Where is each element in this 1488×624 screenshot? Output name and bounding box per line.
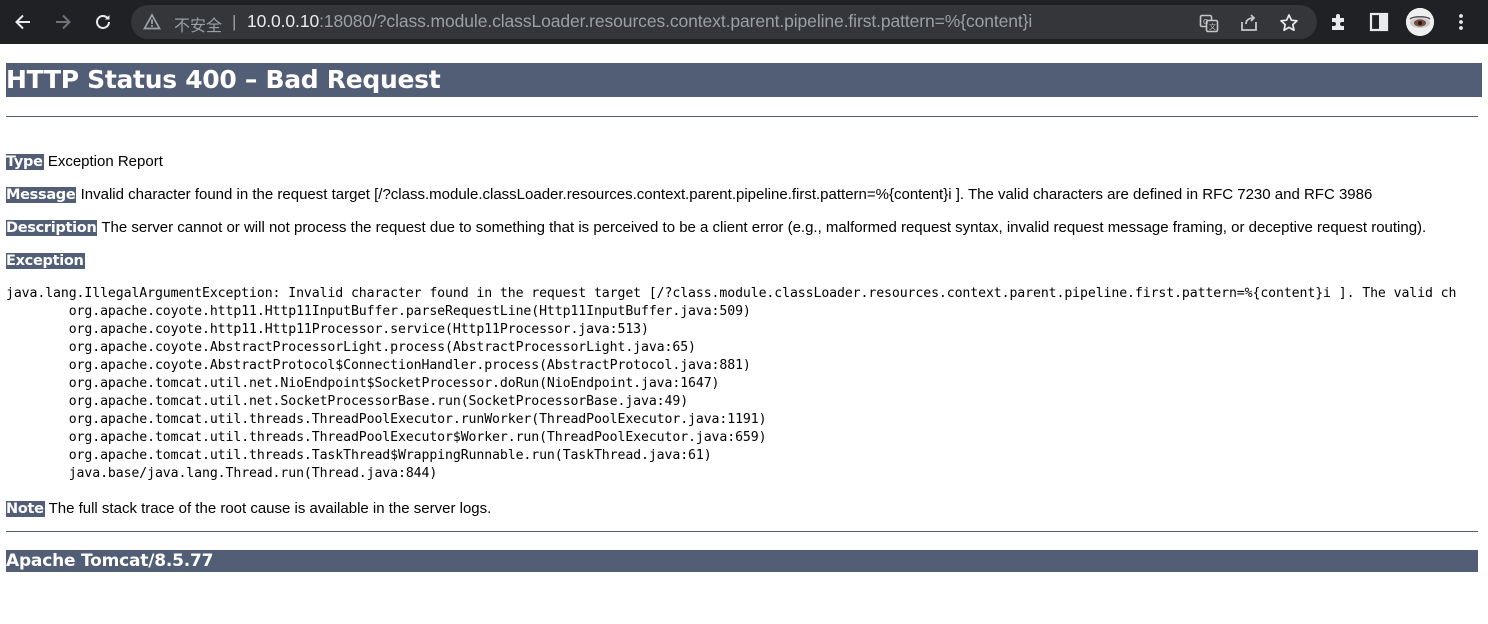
description-value: The server cannot or will not process th…: [101, 219, 1427, 236]
type-row: Type Exception Report: [6, 153, 163, 171]
star-icon[interactable]: [1279, 13, 1299, 33]
svg-text:文: 文: [1209, 22, 1216, 31]
server-version-footer: Apache Tomcat/8.5.77: [6, 550, 1478, 572]
message-label: Message: [6, 187, 77, 203]
url-path: :18080/?class.module.classLoader.resourc…: [319, 11, 1033, 31]
share-icon[interactable]: [1239, 13, 1259, 33]
stack-trace: java.lang.IllegalArgumentException: Inva…: [6, 286, 1457, 481]
forward-arrow-icon[interactable]: [49, 8, 77, 36]
side-panel-icon[interactable]: [1366, 9, 1392, 35]
message-row: Message Invalid character found in the r…: [6, 186, 1372, 204]
translate-icon[interactable]: G文: [1199, 13, 1219, 33]
back-arrow-icon[interactable]: [9, 8, 37, 36]
svg-text:G: G: [1203, 18, 1208, 26]
warning-icon[interactable]: [142, 13, 162, 31]
url-host: 10.0.0.10: [247, 11, 320, 31]
avatar[interactable]: [1406, 8, 1434, 36]
note-label: Note: [6, 501, 45, 517]
type-value: Exception Report: [47, 153, 163, 170]
page-content: HTTP Status 400 – Bad Request Type Excep…: [0, 63, 1488, 624]
address-bar[interactable]: 不安全 | 10.0.0.10:18080/?class.module.clas…: [131, 5, 1317, 39]
reload-icon[interactable]: [89, 8, 117, 36]
divider: [6, 116, 1482, 117]
security-status-label[interactable]: 不安全: [174, 12, 222, 36]
note-value: The full stack trace of the root cause i…: [48, 500, 492, 517]
extensions-icon[interactable]: [1326, 9, 1352, 35]
divider: [6, 531, 1478, 532]
note-row: Note The full stack trace of the root ca…: [6, 500, 491, 518]
type-label: Type: [6, 154, 44, 170]
exception-row: Exception: [6, 252, 85, 270]
menu-icon[interactable]: [1448, 9, 1474, 35]
url-text[interactable]: 10.0.0.10:18080/?class.module.classLoade…: [247, 11, 1032, 32]
description-row: Description The server cannot or will no…: [6, 219, 1426, 237]
message-value: Invalid character found in the request t…: [80, 186, 1373, 203]
description-label: Description: [6, 220, 98, 236]
exception-label: Exception: [6, 253, 85, 269]
url-separator: |: [232, 12, 237, 31]
browser-toolbar: 不安全 | 10.0.0.10:18080/?class.module.clas…: [0, 0, 1488, 44]
page-title: HTTP Status 400 – Bad Request: [6, 63, 1482, 97]
page-right-edge: [1478, 107, 1488, 624]
